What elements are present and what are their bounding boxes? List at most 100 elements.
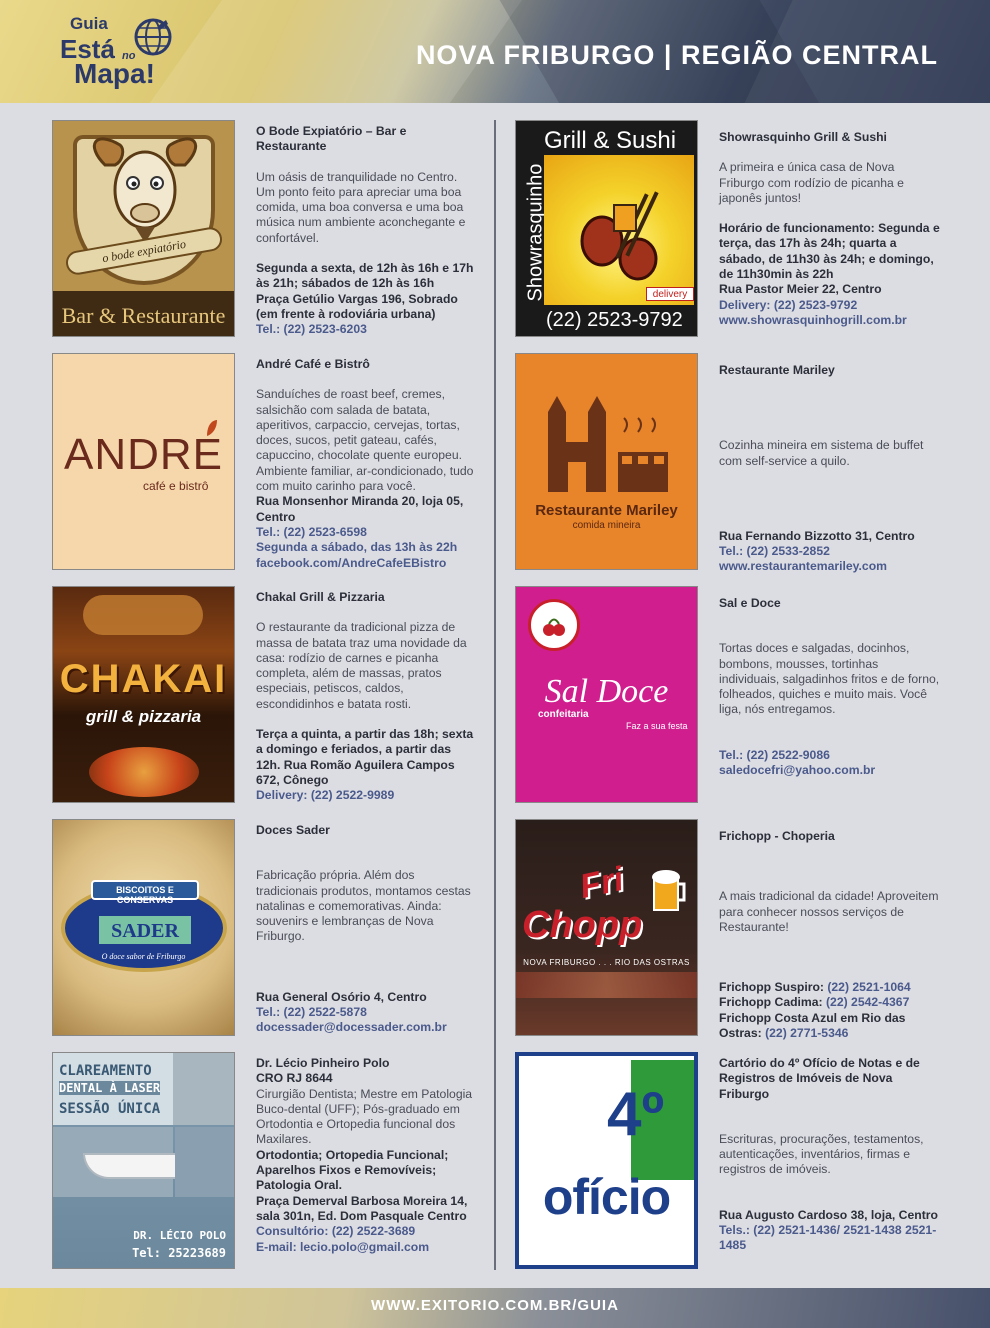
listing-phone[interactable]: Tel.: (22) 2533-2852 — [719, 544, 941, 559]
listing-website[interactable]: www.restaurantemariley.com — [719, 559, 941, 574]
listing-phone[interactable]: Delivery: (22) 2522-9989 — [256, 788, 478, 803]
pizza-image — [89, 747, 199, 797]
listing-email[interactable]: docessader@docessader.com.br — [256, 1020, 478, 1035]
listing-text: Frichopp - Choperia A mais tradicional d… — [719, 829, 941, 1041]
listing-phone[interactable]: Tel.: (22) 2522-5878 — [256, 1005, 478, 1020]
listing-description: A primeira e única casa de Nova Friburgo… — [719, 160, 904, 205]
listing-description: Escrituras, procurações, testamentos, au… — [719, 1131, 924, 1177]
sader-arc-banner: BISCOITOS E CONSERVAS — [91, 880, 199, 905]
listing-hours: Segunda a sexta, de 12h às 16h e 17h às … — [256, 261, 474, 291]
thumb-subtitle: O doce sabor de Friburgo — [101, 952, 186, 961]
thumb-subtitle: grill & pizzaria — [85, 707, 202, 726]
listing-hours: Terça a quinta, a partir das 18h; sexta … — [256, 727, 474, 787]
listing-phone[interactable]: Tel.: (22) 2523-6203 — [256, 322, 478, 337]
cartorio-image[interactable]: 4º ofício — [515, 1052, 698, 1269]
listing-name: Restaurante Mariley — [719, 363, 835, 377]
skewer-meat — [83, 595, 203, 635]
listing-cro: CRO RJ 8644 — [256, 1071, 333, 1086]
goat-icon — [92, 137, 198, 243]
listing-hours: Segunda a sábado, das 13h às 22h — [256, 540, 458, 555]
sal-doce-image[interactable]: Sal Doce confeitaria Faz a sua festa — [515, 586, 698, 803]
thumb-subtitle: NOVA FRIBURGO . . . RIO DAS OSTRAS — [523, 958, 690, 967]
listing-address: Praça Demerval Barbosa Moreira 14, sala … — [256, 1193, 468, 1223]
page-title: NOVA FRIBURGO | REGIÃO CENTRAL — [415, 40, 938, 70]
listing-address: Rua Monsenhor Miranda 20, loja 05, Centr… — [256, 494, 464, 524]
listing-name: Cartório do 4º Ofício de Notas e de Regi… — [719, 1056, 920, 1101]
listing-phone[interactable]: Consultório: (22) 2522-3689 — [256, 1224, 478, 1239]
thumb-title: CHAKAI — [59, 657, 228, 701]
sader-image[interactable]: BISCOITOS E CONSERVAS SADER O doce sabor… — [52, 819, 235, 1036]
listing-email[interactable]: saledocefri@yahoo.com.br — [719, 763, 941, 778]
thumb-arc-text: BISCOITOS E CONSERVAS — [116, 885, 174, 905]
listing-name: Chakal Grill & Pizzaria — [256, 590, 385, 604]
page-header: Guia Está no Mapa! NOVA FRIBURGO | REGIÃ… — [0, 0, 990, 103]
logo-mapa: Mapa! — [74, 58, 155, 89]
listing-description: Tortas doces e salgadas, docinhos, bombo… — [719, 641, 940, 717]
ad-phone: Tel: 25223689 — [132, 1246, 226, 1260]
frichopp-image[interactable]: Fri Chopp NOVA FRIBURGO . . . RIO DAS OS… — [515, 819, 698, 1036]
ad-line3: SESSÃO ÚNICA — [59, 1101, 161, 1117]
dental-ad-image[interactable]: CLAREAMENTO DENTAL À LASER SESSÃO ÚNICA … — [52, 1052, 235, 1269]
ad-doctor-name: DR. LÉCIO POLO — [133, 1229, 226, 1242]
listing-phone[interactable]: Tels.: (22) 2521-1436/ 2521-1438 2521-14… — [719, 1223, 941, 1254]
delivery-badge: delivery — [646, 287, 694, 301]
thumb-title-1: Fri — [576, 859, 627, 907]
listing-text: André Café e Bistrô Sanduíches de roast … — [256, 357, 478, 571]
sader-name-plate: SADER — [97, 914, 193, 946]
branch-phone[interactable]: (22) 2542-4367 — [826, 995, 909, 1009]
listing-name: André Café e Bistrô — [256, 357, 370, 371]
thumb-footer-bar: Bar & Restaurante — [53, 291, 234, 336]
listing-description: O restaurante da tradicional pizza de ma… — [256, 620, 467, 711]
listing-description: Sanduíches de roast beef, cremes, salsic… — [256, 387, 474, 494]
listing-name: Frichopp - Choperia — [719, 829, 835, 843]
branch-phone[interactable]: (22) 2771-5346 — [765, 1026, 848, 1040]
thumb-subtitle: café e bistrô — [143, 479, 209, 493]
listing-phone[interactable]: Tel.: (22) 2523-6598 — [256, 525, 478, 540]
listing-phone[interactable]: Delivery: (22) 2523-9792 — [719, 298, 941, 313]
listing-address: Praça Getúlio Vargas 196, Sobrado (em fr… — [256, 291, 458, 321]
listing-text: Dr. Lécio Pinheiro Polo CRO RJ 8644 Ciru… — [256, 1056, 478, 1255]
listing-description: Fabricação própria. Além dos tradicionai… — [256, 868, 471, 944]
andre-cafe-image[interactable]: ANDRE café e bistrô — [52, 353, 235, 570]
listing-name: Showrasquinho Grill & Sushi — [719, 130, 887, 144]
listing-phone[interactable]: Tel.: (22) 2522-9086 — [719, 748, 941, 763]
chakai-image[interactable]: CHAKAI grill & pizzaria — [52, 586, 235, 803]
cherries-icon — [543, 618, 565, 636]
listing-text: Cartório do 4º Ofício de Notas e de Regi… — [719, 1056, 941, 1254]
listing-text: Sal e Doce Tortas doces e salgadas, doci… — [719, 596, 941, 778]
listing-description: A mais tradicional da cidade! Aproveitem… — [719, 889, 939, 934]
column-divider — [494, 120, 496, 1270]
listing-name: O Bode Expiatório – Bar e Restaurante — [256, 124, 407, 154]
listing-text: Chakal Grill & Pizzaria O restaurante da… — [256, 590, 478, 804]
listing-email[interactable]: E-mail: lecio.polo@gmail.com — [256, 1240, 478, 1255]
mariley-image[interactable]: Restaurante Mariley comida mineira — [515, 353, 698, 570]
thumb-title: Sal Doce — [544, 673, 669, 710]
listing-name: Sal e Doce — [719, 596, 781, 610]
ad-line2: DENTAL À LASER — [59, 1081, 161, 1095]
listing-description: Cozinha mineira em sistema de buffet com… — [719, 438, 924, 468]
branch-label: Frichopp Cadima: — [719, 995, 823, 1010]
listing-description: Cirurgião Dentista; Mestre em Patologia … — [256, 1086, 473, 1147]
thumb-subtitle: confeitaria — [538, 709, 589, 720]
listing-description: Um oásis de tranquilidade no Centro. Um … — [256, 169, 466, 245]
ad-photo-tile — [173, 1053, 234, 1125]
leaf-icon — [207, 420, 217, 436]
listing-address: Rua Pastor Meier 22, Centro — [719, 282, 882, 297]
thumb-tagline: Faz a sua festa — [626, 721, 688, 731]
thumb-number: 4º — [607, 1080, 665, 1149]
listing-website[interactable]: www.showrasquinhogrill.com.br — [719, 313, 941, 328]
branch-phone[interactable]: (22) 2521-1064 — [827, 980, 910, 994]
branch-label: Frichopp Suspiro: — [719, 980, 824, 995]
thumb-title: Restaurante Mariley — [535, 502, 678, 519]
showrasquinho-image[interactable]: Grill & Sushi Showrasquinho delivery (22… — [515, 120, 698, 337]
listing-website[interactable]: facebook.com/AndreCafeEBistro — [256, 556, 478, 571]
listing-text: O Bode Expiatório – Bar e Restaurante Um… — [256, 124, 478, 338]
thumb-title: Grill & Sushi — [544, 127, 677, 154]
ad-line1: CLAREAMENTO — [59, 1063, 152, 1079]
guia-logo[interactable]: Guia Está no Mapa! — [52, 12, 182, 94]
church-icon — [548, 396, 668, 492]
thumb-title: SADER — [111, 920, 179, 942]
footer-url[interactable]: WWW.EXITORIO.COM.BR/GUIA — [0, 1297, 990, 1314]
bode-expiatorio-image[interactable]: o bode expiatório Bar & Restaurante — [52, 120, 235, 337]
listing-address: Rua General Osório 4, Centro — [256, 989, 427, 1004]
